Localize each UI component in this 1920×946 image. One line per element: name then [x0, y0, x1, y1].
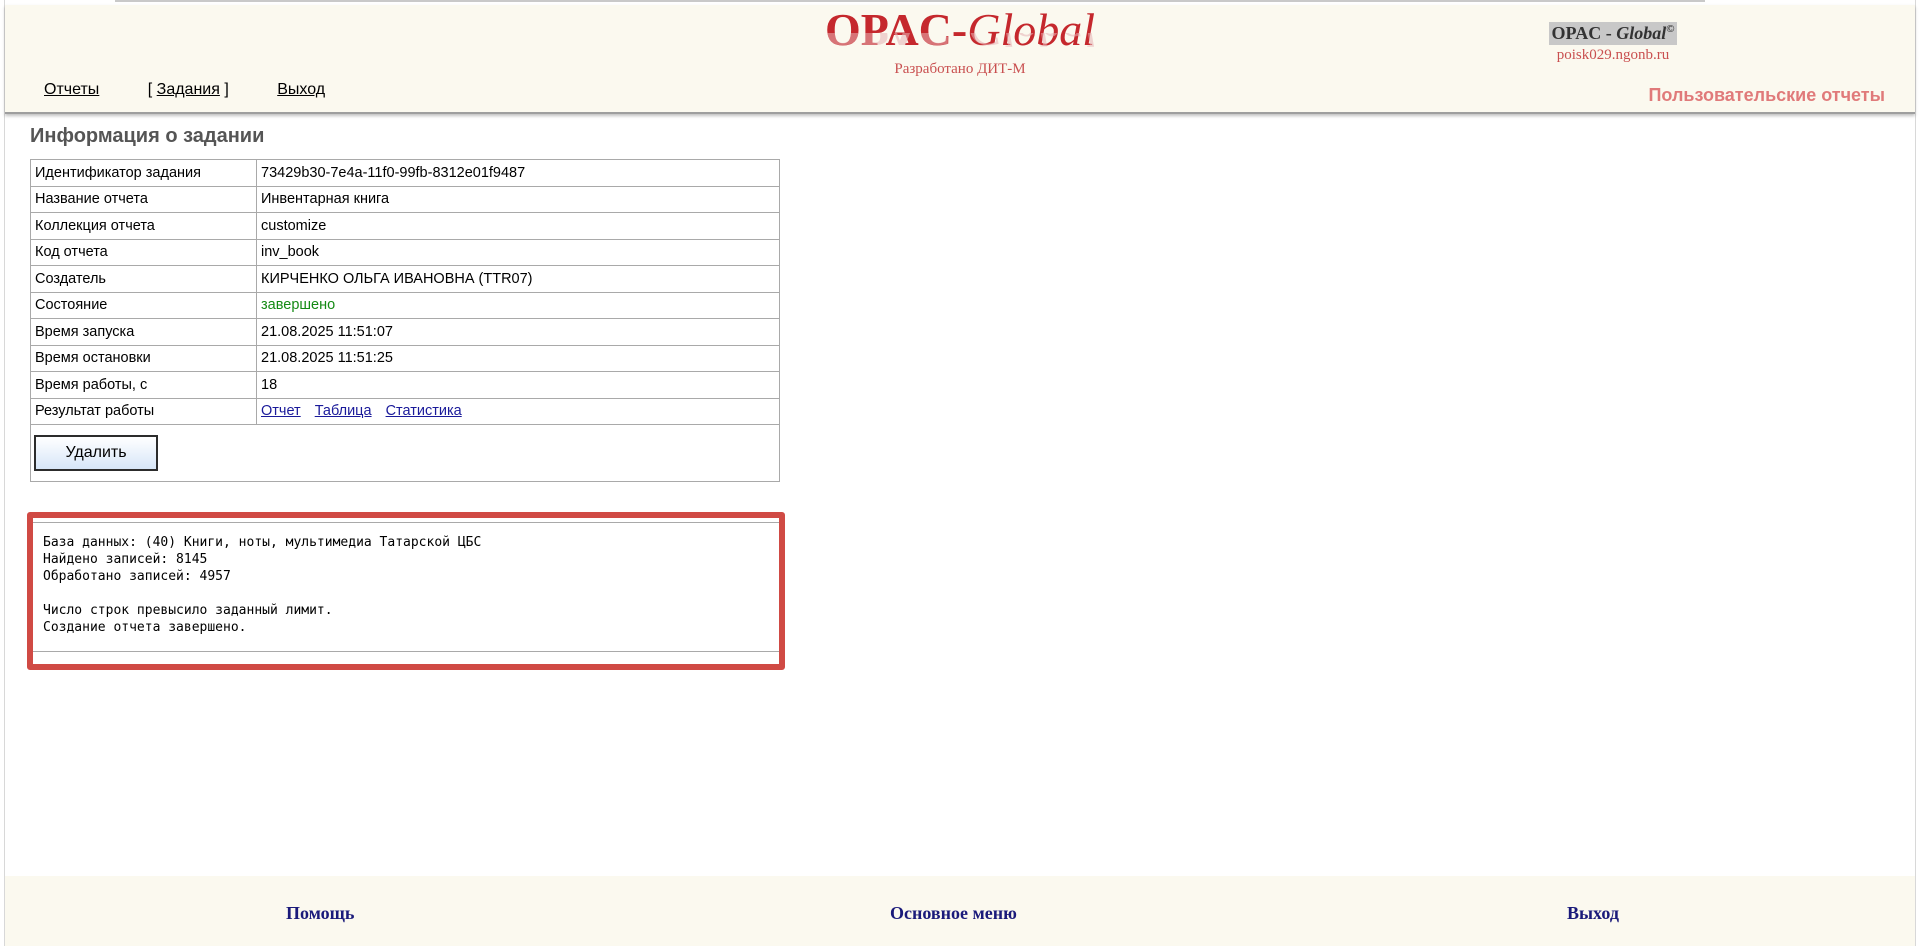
nav-tasks-link[interactable]: Задания [157, 81, 220, 98]
report-code-value: inv_book [256, 238, 780, 266]
header: OPAC-Global OPAC-Global Разработано ДИТ-… [5, 5, 1915, 114]
footer: Помощь Основное меню Выход [5, 876, 1915, 946]
nav-exit-link[interactable]: Выход [277, 81, 325, 98]
brand-global: Global [1616, 23, 1667, 43]
logo-reflection: OPAC-Global [825, 33, 1095, 53]
row-key: Результат работы [30, 397, 257, 425]
row-key: Состояние [30, 291, 257, 319]
row-key: Код отчета [30, 238, 257, 266]
footer-help-link[interactable]: Помощь [286, 903, 354, 924]
nav-tasks-open-bracket: [ [147, 81, 157, 98]
table-row: Время работы, с 18 [30, 371, 780, 399]
creator-value: КИРЧЕНКО ОЛЬГА ИВАНОВНА (TTR07) [256, 265, 780, 293]
table-link[interactable]: Таблица [315, 403, 372, 419]
footer-exit-link[interactable]: Выход [1567, 903, 1619, 924]
table-row: Время запуска 21.08.2025 11:51:07 [30, 318, 780, 346]
table-row: Результат работы Отчет Таблица Статистика [30, 397, 780, 425]
start-time-value: 21.08.2025 11:51:07 [256, 318, 780, 346]
row-key: Время запуска [30, 318, 257, 346]
table-row: Коллекция отчета customize [30, 212, 780, 240]
stop-time-value: 21.08.2025 11:51:25 [256, 344, 780, 372]
delete-button[interactable]: Удалить [34, 435, 158, 471]
page-frame-right [1915, 0, 1916, 946]
brand-opac: OPAC - [1551, 23, 1617, 43]
copyright-mark: © [1666, 23, 1675, 35]
actions-cell: Удалить [30, 424, 780, 482]
nav-reports-link[interactable]: Отчеты [44, 81, 99, 98]
row-key: Идентификатор задания [30, 159, 257, 187]
table-row: Время остановки 21.08.2025 11:51:25 [30, 344, 780, 372]
table-row: Код отчета inv_book [30, 238, 780, 266]
opac-global-logo: OPAC-Global OPAC-Global [825, 7, 1095, 54]
top-nav: Отчеты [ Задания ] Выход [44, 81, 369, 99]
statistics-link[interactable]: Статистика [386, 403, 462, 419]
report-collection-value: customize [256, 212, 780, 240]
footer-main-menu-link[interactable]: Основное меню [890, 903, 1017, 924]
row-key: Название отчета [30, 185, 257, 213]
top-strip [115, 0, 1705, 2]
table-row: Состояние завершено [30, 291, 780, 319]
page-frame-left [4, 0, 5, 946]
row-key: Коллекция отчета [30, 212, 257, 240]
nav-tasks-item: [ Задания ] [148, 81, 229, 99]
table-row: Название отчета Инвентарная книга [30, 185, 780, 213]
status-value: завершено [256, 291, 780, 319]
task-info-table: Идентификатор задания 73429b30-7e4a-11f0-… [30, 159, 780, 482]
table-row: Удалить [30, 424, 780, 482]
brand-block: OPAC - Global© poisk029.ngonb.ru [1543, 22, 1683, 64]
server-host: poisk029.ngonb.ru [1556, 47, 1670, 63]
task-id-value: 73429b30-7e4a-11f0-99fb-8312e01f9487 [256, 159, 780, 187]
result-links: Отчет Таблица Статистика [256, 397, 780, 425]
row-key: Время остановки [30, 344, 257, 372]
report-link[interactable]: Отчет [261, 403, 301, 419]
page-title: Информация о задании [30, 125, 265, 147]
brand-title: OPAC - Global© [1548, 22, 1678, 45]
logo-reflection-global: Global [967, 33, 1095, 53]
table-row: Создатель КИРЧЕНКО ОЛЬГА ИВАНОВНА (TTR07) [30, 265, 780, 293]
log-highlight-box [27, 512, 785, 670]
logo-reflection-opac: OPAC- [825, 33, 967, 53]
section-title: Пользовательские отчеты [1648, 85, 1885, 105]
table-row: Идентификатор задания 73429b30-7e4a-11f0-… [30, 159, 780, 187]
row-key: Время работы, с [30, 371, 257, 399]
report-name-value: Инвентарная книга [256, 185, 780, 213]
duration-value: 18 [256, 371, 780, 399]
row-key: Создатель [30, 265, 257, 293]
nav-tasks-close-bracket: ] [219, 81, 229, 98]
